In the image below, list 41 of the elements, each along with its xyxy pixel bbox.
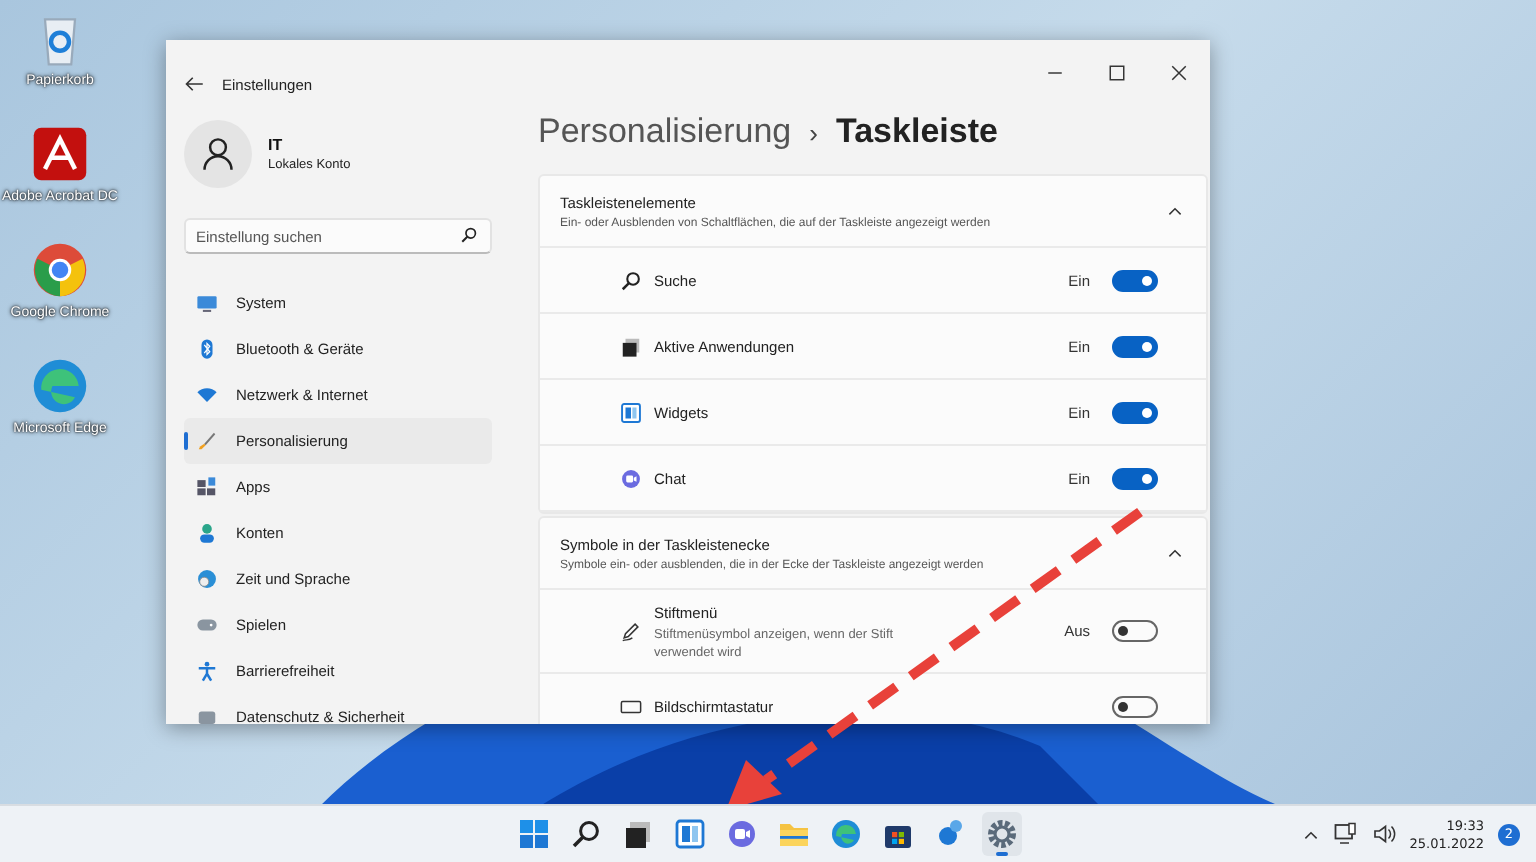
wifi-icon (196, 384, 218, 406)
close-icon (1170, 63, 1188, 81)
toggle-switch[interactable] (1112, 468, 1158, 490)
folder-icon (778, 818, 810, 850)
breadcrumb-link[interactable]: Personalisierung (538, 112, 792, 152)
monitor-icon (196, 292, 218, 314)
brush-icon (196, 430, 218, 452)
window-stack-icon (620, 336, 642, 358)
chat-icon (620, 468, 642, 490)
search-icon (570, 818, 602, 850)
toggle-switch[interactable] (1112, 620, 1158, 642)
widgets-icon (674, 818, 706, 850)
browser-icon (830, 818, 862, 850)
toggle-switch[interactable] (1112, 402, 1158, 424)
toggle-switch[interactable] (1112, 336, 1158, 358)
accessibility-icon (196, 660, 218, 682)
toggle-switch[interactable] (1112, 696, 1158, 718)
widgets-icon (620, 402, 642, 424)
toggle-switch[interactable] (1112, 270, 1158, 292)
search-icon (460, 226, 478, 244)
pen-icon (620, 620, 642, 642)
bluetooth-icon (196, 338, 218, 360)
page-title: Taskleiste (835, 112, 998, 152)
window-stack-icon (622, 818, 654, 850)
back-arrow-icon (184, 74, 204, 94)
keyboard-icon (620, 696, 642, 718)
search-icon (620, 270, 642, 292)
account-name: IT (268, 136, 285, 154)
breadcrumb-separator: › (809, 118, 818, 148)
person-icon (196, 522, 218, 544)
browser-icon (30, 356, 90, 416)
speaker-icon (1371, 822, 1396, 846)
windows-logo-icon (518, 818, 550, 850)
browser-icon (30, 240, 90, 300)
settings-icon (986, 818, 1018, 850)
apps-icon (196, 476, 218, 498)
network-monitor-icon (1333, 822, 1358, 846)
document-icon (30, 124, 90, 184)
person-icon (200, 136, 236, 172)
chat-icon (726, 818, 758, 850)
maximize-icon (1108, 63, 1126, 81)
